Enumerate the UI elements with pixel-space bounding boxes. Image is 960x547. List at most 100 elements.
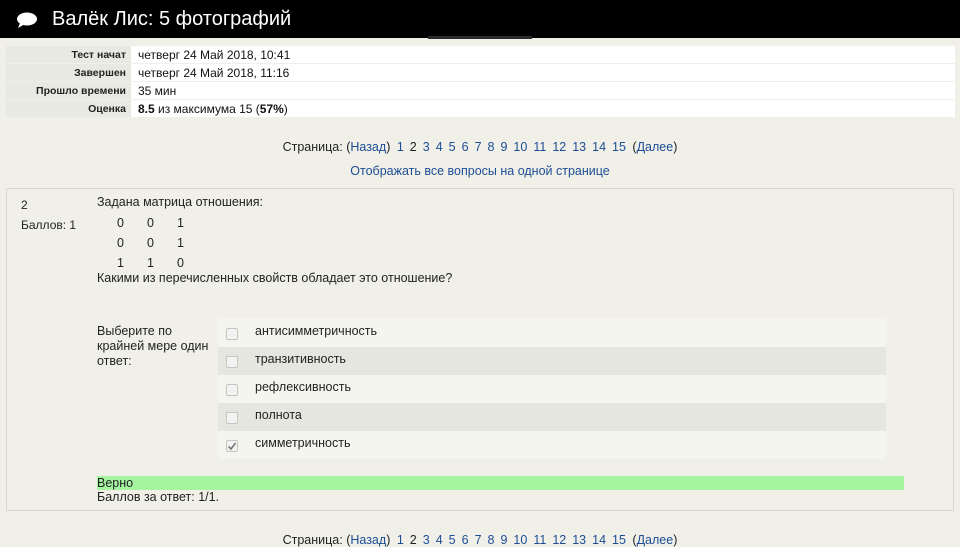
grade-percent: 57% <box>259 101 284 116</box>
answer-option-symmetry[interactable]: симметричность <box>218 431 886 459</box>
grade-middle: из максимума 15 ( <box>154 101 260 116</box>
answer-option-completeness[interactable]: полнота <box>218 403 886 431</box>
checkmark-icon <box>227 442 237 451</box>
summary-value: 35 мин <box>131 82 955 99</box>
pager-page-link[interactable]: 15 <box>612 140 626 154</box>
pager-page-link[interactable]: 14 <box>592 533 606 547</box>
pager-page-link[interactable]: 6 <box>462 140 469 154</box>
pager-current-page: 2 <box>409 140 417 154</box>
matrix-cell: 0 <box>117 236 124 250</box>
verdict-banner: Верно <box>97 476 904 490</box>
pager-next-close: ) <box>673 533 678 547</box>
pager-page-link[interactable]: 11 <box>533 140 546 154</box>
question-text: Задана матрица отношения: <box>97 195 263 209</box>
pager-next-close: ) <box>673 140 678 154</box>
pager-page-link[interactable]: 15 <box>612 533 626 547</box>
pager-page-link[interactable]: 12 <box>552 533 566 547</box>
question-info: 2 Баллов: 1 <box>21 195 76 235</box>
app-title: Валёк Лис: 5 фотографий <box>52 8 292 30</box>
pager-page-link[interactable]: 13 <box>572 533 586 547</box>
matrix-cell: 1 <box>177 216 184 230</box>
pager-next-link[interactable]: Далее <box>637 533 674 547</box>
pager-next-link[interactable]: Далее <box>637 140 674 154</box>
answer-option-antisymmetry[interactable]: антисимметричность <box>218 319 886 347</box>
summary-label: Оценка <box>6 100 131 117</box>
pager-prefix: Страница: ( <box>282 140 351 154</box>
summary-value: четверг 24 Май 2018, 11:16 <box>131 64 955 81</box>
matrix-cell: 0 <box>117 216 124 230</box>
summary-label: Завершен <box>6 64 131 81</box>
pager-page-link[interactable]: 14 <box>592 140 606 154</box>
grade-value: 8.5 из максимума 15 (57%) <box>131 100 955 117</box>
grade-end: ) <box>283 101 288 116</box>
answer-option-transitivity[interactable]: транзитивность <box>218 347 886 375</box>
show-all-questions-link[interactable]: Отображать все вопросы на одной странице <box>350 164 609 178</box>
pager-page-link[interactable]: 9 <box>500 140 507 154</box>
pager-prefix: Страница: ( <box>282 533 351 547</box>
matrix-cell: 1 <box>147 256 154 270</box>
pager-page-link[interactable]: 12 <box>552 140 566 154</box>
relation-matrix: 0 0 1 0 0 1 1 1 0 <box>117 213 207 273</box>
answer-options: антисимметричность транзитивность рефлек… <box>218 319 886 459</box>
question-number: 2 <box>21 198 28 212</box>
pager-page-link[interactable]: 7 <box>475 533 482 547</box>
grade-score: 8.5 <box>138 101 155 116</box>
matrix-cell: 0 <box>147 236 154 250</box>
option-checkbox[interactable] <box>226 356 238 368</box>
pager-bottom: Страница: (Назад) 1 2 3 4 5 6 7 8 9 10 11 12 13 14 15 … <box>0 533 960 547</box>
pager-page-link[interactable]: 6 <box>462 533 469 547</box>
option-checkbox[interactable] <box>226 384 238 396</box>
app-header: Валёк Лис: 5 фотографий <box>0 0 960 39</box>
matrix-cell: 1 <box>177 236 184 250</box>
matrix-cell: 0 <box>147 216 154 230</box>
matrix-row: 1 1 0 <box>117 253 207 273</box>
matrix-row: 0 0 1 <box>117 233 207 253</box>
summary-value: четверг 24 Май 2018, 10:41 <box>131 46 955 63</box>
pager-top: Страница: (Назад) 1 2 3 4 5 6 7 8 9 10 11 12 13 14 15 … <box>0 140 960 154</box>
show-all-questions-row: Отображать все вопросы на одной странице <box>0 164 960 178</box>
attempt-summary-table: Тест начат четверг 24 Май 2018, 10:41 За… <box>6 45 955 118</box>
score-line: Баллов за ответ: 1/1. <box>97 490 220 504</box>
pager-page-link[interactable]: 4 <box>436 140 443 154</box>
option-checkbox-checked[interactable] <box>226 440 238 452</box>
chat-bubble-icon <box>17 12 37 28</box>
answer-instruction: Выберите по крайней мере один ответ: <box>97 324 209 368</box>
option-checkbox[interactable] <box>226 328 238 340</box>
pager-sep: ) <box>386 533 391 547</box>
pager-prev-link[interactable]: Назад <box>350 533 386 547</box>
pager-page-link[interactable]: 8 <box>488 533 495 547</box>
pager-page-link[interactable]: 9 <box>500 533 507 547</box>
pager-page-link[interactable]: 7 <box>475 140 482 154</box>
matrix-row: 0 0 1 <box>117 213 207 233</box>
matrix-cell: 1 <box>117 256 124 270</box>
pager-page-link[interactable]: 3 <box>423 140 430 154</box>
answer-option-reflexivity[interactable]: рефлексивность <box>218 375 886 403</box>
option-checkbox[interactable] <box>226 412 238 424</box>
summary-row-finished: Завершен четверг 24 Май 2018, 11:16 <box>6 64 955 81</box>
pager-page-link[interactable]: 10 <box>513 140 527 154</box>
pager-page-link[interactable]: 13 <box>572 140 586 154</box>
summary-label: Прошло времени <box>6 82 131 99</box>
question-prompt: Какими из перечисленных свойств обладает… <box>97 271 453 285</box>
pager-page-link[interactable]: 1 <box>397 140 404 154</box>
pager-page-link[interactable]: 4 <box>436 533 443 547</box>
pager-page-link[interactable]: 8 <box>488 140 495 154</box>
pager-page-link[interactable]: 5 <box>449 140 456 154</box>
pager-sep: ) <box>386 140 391 154</box>
pager-page-link[interactable]: 5 <box>449 533 456 547</box>
summary-row-started: Тест начат четверг 24 Май 2018, 10:41 <box>6 46 955 63</box>
pager-prev-link[interactable]: Назад <box>350 140 386 154</box>
summary-label: Тест начат <box>6 46 131 63</box>
summary-row-elapsed: Прошло времени 35 мин <box>6 82 955 99</box>
pager-page-link[interactable]: 1 <box>397 533 404 547</box>
option-label: симметричность <box>255 436 351 450</box>
pager-page-link[interactable]: 11 <box>533 533 546 547</box>
option-label: полнота <box>255 408 302 422</box>
summary-row-grade: Оценка 8.5 из максимума 15 (57%) <box>6 100 955 117</box>
pager-page-link[interactable]: 10 <box>513 533 527 547</box>
pager-page-link[interactable]: 3 <box>423 533 430 547</box>
option-label: рефлексивность <box>255 380 351 394</box>
pager-current-page: 2 <box>409 533 417 547</box>
option-label: антисимметричность <box>255 324 378 338</box>
matrix-cell: 0 <box>177 256 184 270</box>
